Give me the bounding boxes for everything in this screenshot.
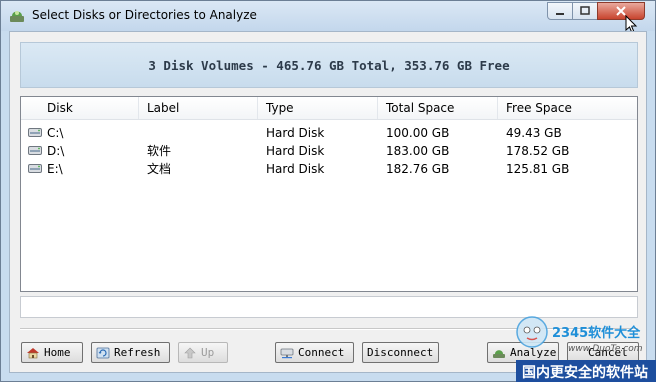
refresh-button[interactable]: Refresh bbox=[91, 342, 170, 363]
disk-free-space: 49.43 GB bbox=[506, 126, 562, 140]
home-button-label: Home bbox=[44, 346, 71, 359]
disk-label: 文档 bbox=[147, 162, 172, 176]
disk-list[interactable]: Disk Label Type Total Space Free Space C… bbox=[20, 96, 638, 292]
maximize-button[interactable] bbox=[572, 2, 598, 20]
minimize-button[interactable] bbox=[547, 2, 573, 20]
table-row[interactable]: D:\ 软件 Hard Disk 183.00 GB 178.52 GB bbox=[21, 142, 637, 160]
watermark-site: www.DuoTe.com bbox=[568, 344, 643, 354]
connect-button-label: Connect bbox=[298, 346, 345, 359]
maximize-icon bbox=[580, 6, 590, 15]
disk-total-space: 182.76 GB bbox=[386, 162, 450, 176]
list-header: Disk Label Type Total Space Free Space bbox=[21, 97, 637, 120]
connect-button[interactable]: Connect bbox=[275, 342, 354, 363]
column-header-type[interactable]: Type bbox=[258, 97, 378, 119]
up-button-label: Up bbox=[201, 346, 215, 359]
refresh-icon bbox=[96, 347, 110, 358]
column-header-total-space[interactable]: Total Space bbox=[378, 97, 498, 119]
hard-disk-icon bbox=[28, 128, 42, 137]
minimize-icon bbox=[556, 13, 564, 15]
column-header-free-space[interactable]: Free Space bbox=[498, 97, 637, 119]
app-icon bbox=[10, 11, 24, 22]
watermark-slogan: 国内更安全的软件站 bbox=[522, 365, 648, 381]
window-title: Select Disks or Directories to Analyze bbox=[32, 8, 257, 22]
column-header-disk[interactable]: Disk bbox=[39, 97, 139, 119]
hard-disk-icon bbox=[28, 164, 42, 173]
disk-type: Hard Disk bbox=[266, 126, 325, 140]
column-header-label[interactable]: Label bbox=[139, 97, 258, 119]
analyze-icon bbox=[493, 349, 505, 358]
watermark-brand: 2345软件大全 bbox=[552, 326, 641, 341]
disk-summary-banner: 3 Disk Volumes - 465.76 GB Total, 353.76… bbox=[20, 42, 638, 88]
watermark-overlay: 2345软件大全 www.DuoTe.com 国内更安全的软件站 bbox=[512, 310, 656, 382]
disk-name: E:\ bbox=[47, 162, 63, 176]
disk-type: Hard Disk bbox=[266, 162, 325, 176]
disk-name: C:\ bbox=[47, 126, 64, 140]
disconnect-button-label: Disconnect bbox=[367, 346, 434, 359]
disk-total-space: 100.00 GB bbox=[386, 126, 450, 140]
title-bar[interactable]: Select Disks or Directories to Analyze bbox=[1, 1, 655, 34]
home-button[interactable]: Home bbox=[21, 342, 83, 363]
disk-free-space: 178.52 GB bbox=[506, 144, 570, 158]
up-button[interactable]: Up bbox=[178, 342, 228, 363]
disk-name: D:\ bbox=[47, 144, 65, 158]
disk-free-space: 125.81 GB bbox=[506, 162, 570, 176]
up-arrow-icon bbox=[184, 347, 196, 358]
disk-total-space: 183.00 GB bbox=[386, 144, 450, 158]
disk-type: Hard Disk bbox=[266, 144, 325, 158]
hard-disk-icon bbox=[28, 146, 42, 155]
table-row[interactable]: E:\ 文档 Hard Disk 182.76 GB 125.81 GB bbox=[21, 160, 637, 178]
table-row[interactable]: C:\ Hard Disk 100.00 GB 49.43 GB bbox=[21, 124, 637, 142]
network-drive-icon bbox=[280, 348, 294, 358]
home-icon bbox=[27, 347, 39, 358]
disk-label: 软件 bbox=[147, 144, 172, 158]
refresh-button-label: Refresh bbox=[114, 346, 161, 359]
disconnect-button[interactable]: Disconnect bbox=[362, 342, 439, 363]
